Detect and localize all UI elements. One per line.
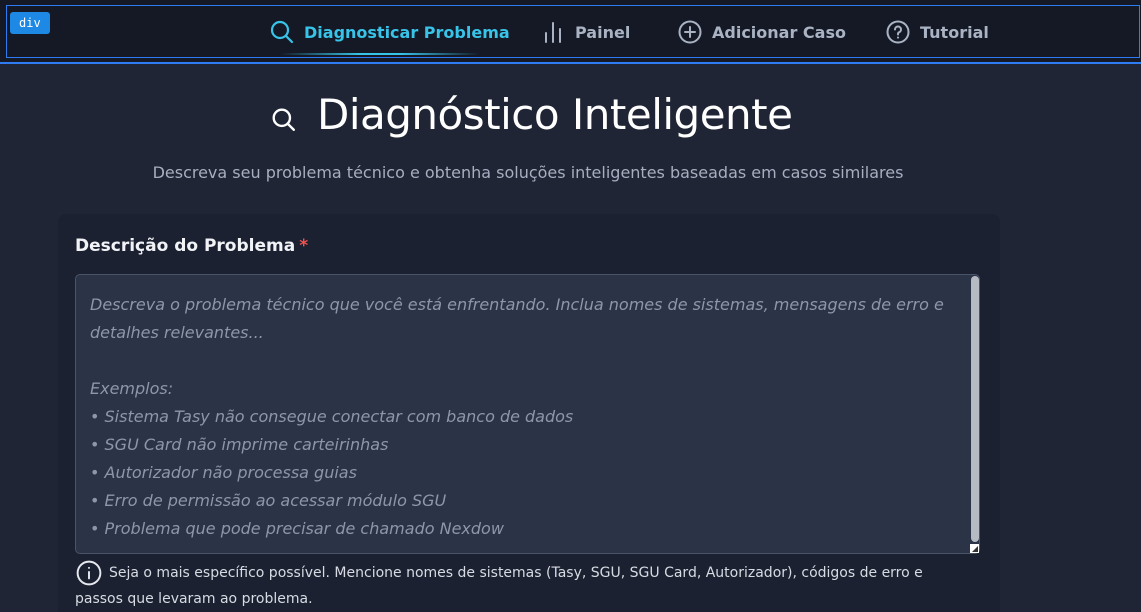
nav-label: Painel — [575, 22, 631, 42]
nav-tab-diagnosticar-problema[interactable]: Diagnosticar Problema — [270, 18, 510, 46]
required-asterisk: * — [299, 236, 309, 256]
description-label: Descrição do Problema * — [75, 236, 308, 256]
nav-tab-painel[interactable]: Painel — [543, 18, 630, 46]
description-label-text: Descrição do Problema — [75, 236, 296, 256]
nav-tab-tutorial[interactable]: Tutorial — [886, 18, 989, 46]
search-icon — [270, 20, 294, 44]
page-title: Diagnóstico Inteligente — [317, 90, 793, 139]
nav-label: Diagnosticar Problema — [304, 22, 510, 42]
problem-description-textarea[interactable] — [75, 274, 980, 554]
nav-label: Adicionar Caso — [712, 22, 846, 42]
active-tab-indicator — [280, 53, 480, 55]
page-subtitle: Descreva seu problema técnico e obtenha … — [152, 163, 904, 182]
help-circle-icon — [886, 20, 910, 44]
search-icon — [272, 108, 295, 131]
textarea-scrollbar[interactable] — [971, 276, 979, 542]
description-hint: Seja o mais específico possível. Mencion… — [75, 565, 923, 607]
nav-divider — [0, 62, 1141, 64]
bar-chart-icon — [545, 22, 561, 43]
textarea-resize-handle[interactable] — [970, 544, 979, 553]
nav-tab-adicionar-caso[interactable]: Adicionar Caso — [678, 18, 846, 46]
plus-circle-icon — [678, 20, 702, 44]
nav-label: Tutorial — [920, 22, 989, 42]
debug-div-tag: div — [10, 12, 50, 34]
